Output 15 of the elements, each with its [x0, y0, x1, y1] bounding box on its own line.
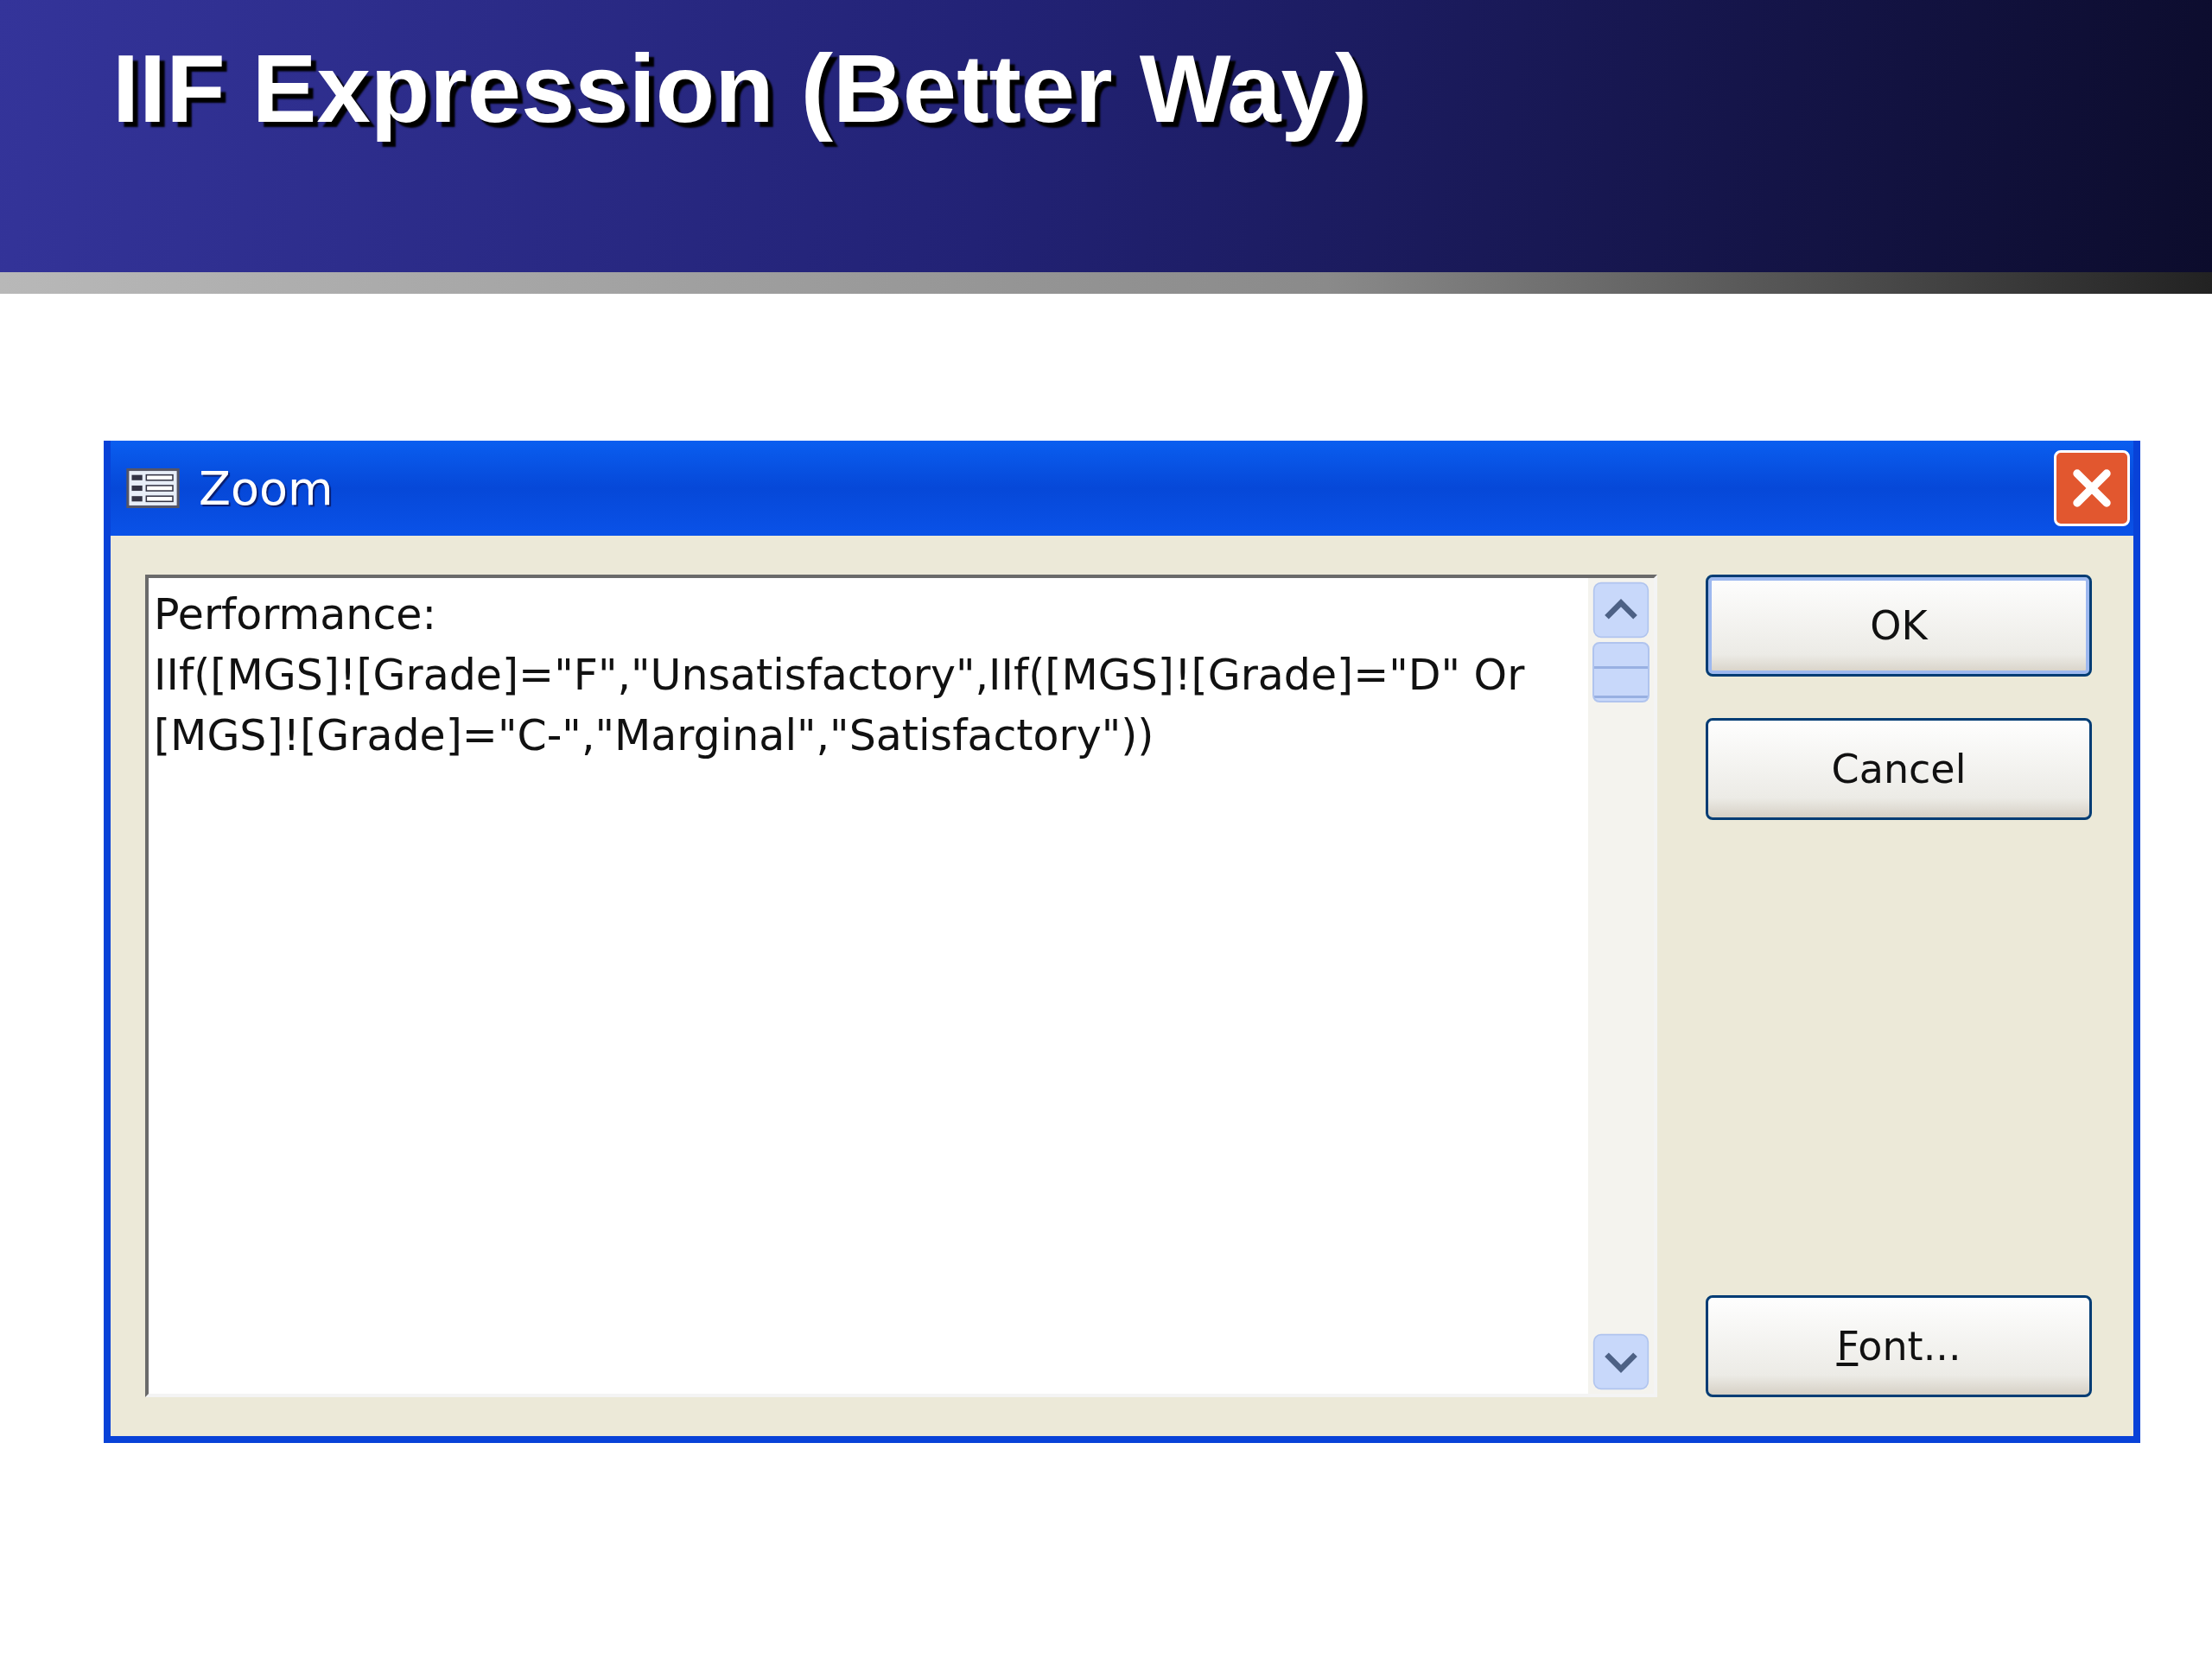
scroll-up-icon[interactable]: [1592, 582, 1649, 639]
ok-button[interactable]: OK: [1706, 575, 2092, 677]
expression-field[interactable]: Performance: IIf([MGS]![Grade]="F","Unsatisfactory",IIf([MGS]![Grade]="D" Or [MGS]![Grade]="C-","Marginal","Satisfactory")): [145, 575, 1657, 1397]
expression-line: Performance:: [154, 589, 438, 641]
form-icon: [126, 468, 180, 508]
dialog-button[interactable]: Cancel: [1706, 718, 2092, 820]
dialog-button[interactable]: Font...: [1706, 1295, 2092, 1397]
window-title: Zoom: [199, 461, 334, 516]
expression-line: [MGS]![Grade]="C-","Marginal","Satisfactory")): [154, 710, 1155, 762]
expression-line: IIf([MGS]![Grade]="F","Unsatisfactory",IIf([MGS]![Grade]="D" Or: [154, 650, 1526, 702]
close-button[interactable]: [2054, 450, 2130, 526]
scroll-bar[interactable]: [1588, 578, 1654, 1394]
scroll-thumb[interactable]: [1592, 642, 1649, 702]
scroll-down-icon[interactable]: [1592, 1333, 1649, 1390]
slide-title: IIF Expression (Better Way): [112, 34, 1368, 144]
